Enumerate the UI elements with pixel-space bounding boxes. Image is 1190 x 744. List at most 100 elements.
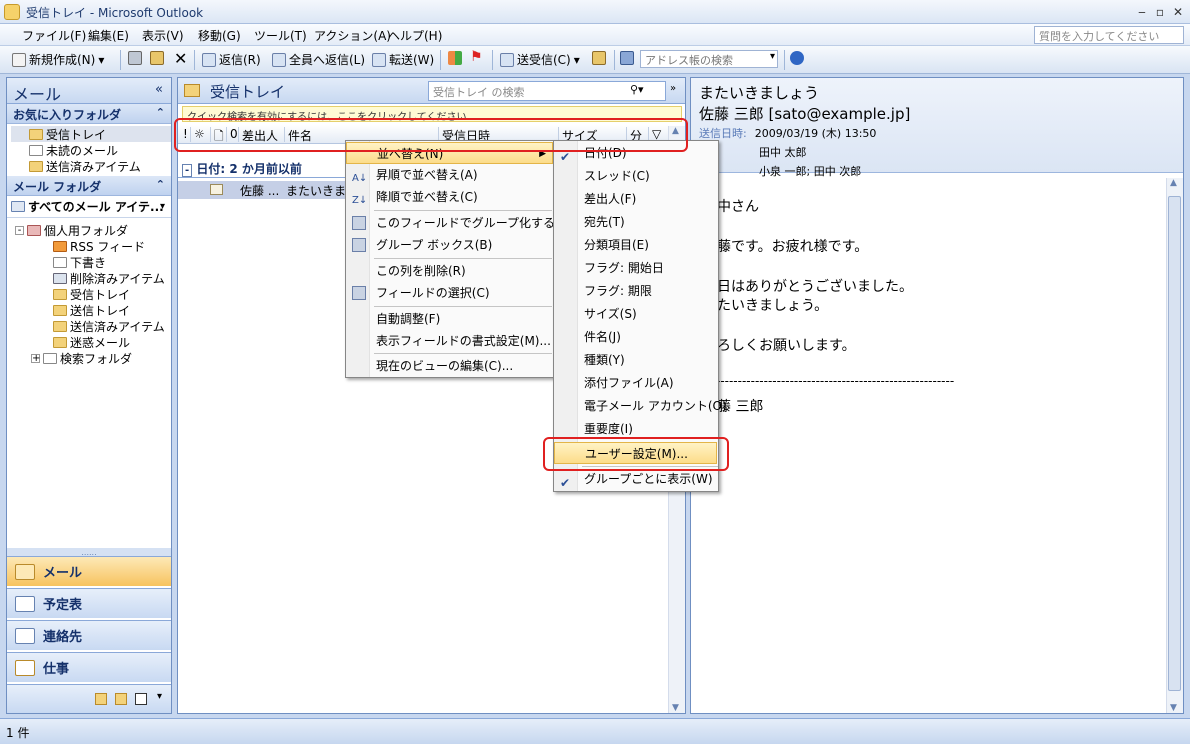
splitter-handle[interactable]: ......: [7, 548, 171, 557]
nav-button-contacts[interactable]: 連絡先: [7, 620, 171, 650]
help-button[interactable]: [790, 51, 804, 65]
menu-item-label: 電子メール アカウント(O): [584, 399, 727, 413]
all-mail-items-selector[interactable]: すべてのメール アイテ... ▾: [7, 196, 171, 218]
menu-view[interactable]: 表示(V): [142, 27, 184, 44]
reply-all-button[interactable]: 全員へ返信(L): [272, 51, 365, 68]
sent-value: 2009/03/19 (木) 13:50: [754, 127, 877, 140]
menu-actions[interactable]: アクション(A): [314, 27, 391, 44]
nav-pane-title: メール: [13, 85, 62, 104]
scroll-down-icon[interactable]: ▼: [672, 703, 679, 713]
menu-item-label: グループごとに表示(W): [584, 472, 713, 486]
menu-item-format-columns[interactable]: 表示フィールドの書式設定(M)...: [346, 330, 551, 352]
drafts-icon: [53, 256, 67, 268]
notes-icon[interactable]: [95, 693, 107, 705]
move-button[interactable]: [150, 51, 164, 65]
sort-by-subject[interactable]: 件名(J): [554, 326, 621, 348]
forward-button[interactable]: 転送(W): [372, 51, 434, 68]
menu-item-remove-column[interactable]: この列を削除(R): [346, 260, 466, 282]
folder-item[interactable]: 送信トレイ: [53, 302, 171, 318]
categorize-button[interactable]: [448, 51, 462, 65]
menu-edit[interactable]: 編集(E): [88, 27, 129, 44]
folder-label: 下書き: [70, 255, 107, 270]
nav-button-tasks[interactable]: 仕事: [7, 652, 171, 682]
sort-by-type[interactable]: 種類(Y): [554, 349, 625, 371]
personal-folders-node[interactable]: - 個人用フォルダ: [15, 222, 171, 238]
minimize-button[interactable]: ‒: [1134, 4, 1150, 20]
mail-folders-header[interactable]: メール フォルダ ⌃: [7, 176, 171, 196]
sort-by-thread[interactable]: スレッド(C): [554, 165, 650, 187]
menu-item-field-chooser[interactable]: フィールドの選択(C): [346, 282, 490, 304]
delete-button[interactable]: ✕: [174, 49, 187, 68]
favorite-item[interactable]: 未読のメール: [29, 142, 171, 158]
toolbar-separator: [614, 50, 615, 70]
personal-folders-label: 個人用フォルダ: [44, 223, 129, 238]
search-folders-node[interactable]: + 検索フォルダ: [15, 350, 171, 366]
new-mail-icon: [12, 52, 26, 67]
nav-button-calendar[interactable]: 予定表: [7, 588, 171, 618]
reply-button[interactable]: 返信(R): [202, 51, 261, 68]
address-book-search-input[interactable]: アドレス帳の検索: [640, 50, 778, 68]
menu-separator: [374, 210, 552, 211]
favorite-item[interactable]: 送信済みアイテム: [29, 158, 171, 174]
reply-label: 返信(R): [219, 53, 261, 67]
scroll-down-icon[interactable]: ▼: [1170, 703, 1177, 713]
folder-item[interactable]: 削除済みアイテム: [53, 270, 171, 286]
expand-tree-icon[interactable]: +: [31, 353, 40, 363]
address-dropdown-icon[interactable]: ▾: [770, 51, 775, 62]
menu-tools[interactable]: ツール(T): [254, 27, 307, 44]
collapse-nav-icon[interactable]: «: [155, 82, 163, 97]
shortcuts-icon[interactable]: [135, 693, 147, 705]
sort-by-from[interactable]: 差出人(F): [554, 188, 636, 210]
folder-list-icon[interactable]: [115, 693, 127, 705]
menu-file[interactable]: ファイル(F): [22, 27, 86, 44]
menu-help[interactable]: ヘルプ(H): [388, 27, 442, 44]
sort-by-category[interactable]: 分類項目(E): [554, 234, 649, 256]
menu-item-group-box[interactable]: グループ ボックス(B): [346, 234, 492, 256]
address-book-button[interactable]: [620, 51, 634, 65]
send-receive-button[interactable]: 送受信(C) ▾: [500, 51, 580, 68]
menu-item-sort-ascending[interactable]: A↓ 昇順で並べ替え(A): [346, 164, 478, 186]
search-icon[interactable]: ⚲▾: [630, 83, 644, 96]
sort-by-flag-start[interactable]: フラグ: 開始日: [554, 257, 664, 279]
print-button[interactable]: [128, 51, 142, 65]
menu-item-label: 降順で並べ替え(C): [376, 190, 478, 204]
sort-by-account[interactable]: 電子メール アカウント(O): [554, 395, 727, 417]
menu-item-label: フラグ: 期限: [584, 284, 652, 298]
folder-item[interactable]: 受信トレイ: [53, 286, 171, 302]
menu-item-sort-descending[interactable]: Z↓ 降順で並べ替え(C): [346, 186, 478, 208]
scroll-thumb[interactable]: [1168, 196, 1181, 691]
nav-button-mail[interactable]: メール: [7, 556, 171, 586]
sort-by-to[interactable]: 宛先(T): [554, 211, 625, 233]
sort-by-flag-due[interactable]: フラグ: 期限: [554, 280, 652, 302]
flag-button[interactable]: ⚑: [470, 49, 483, 65]
find-button[interactable]: [592, 51, 606, 65]
collapse-tree-icon[interactable]: -: [15, 225, 24, 235]
outlook-app-icon: [4, 4, 20, 20]
menu-item-group-by-field[interactable]: このフィールドでグループ化する(G): [346, 212, 574, 234]
folder-item[interactable]: 迷惑メール: [53, 334, 171, 350]
favorite-item[interactable]: 受信トレイ: [11, 126, 171, 142]
folder-item[interactable]: 下書き: [53, 254, 171, 270]
message-row[interactable]: 佐藤 ... またいきまし...: [178, 181, 358, 199]
maximize-button[interactable]: ▫: [1152, 4, 1168, 20]
send-receive-label: 送受信(C): [517, 53, 571, 67]
ask-question-input[interactable]: 質問を入力してください: [1034, 26, 1184, 44]
menu-item-label: グループ ボックス(B): [376, 238, 493, 252]
configure-buttons-icon[interactable]: ▾: [157, 691, 162, 702]
folder-item[interactable]: RSS フィード: [53, 238, 171, 254]
menu-go[interactable]: 移動(G): [198, 27, 241, 44]
favorites-header[interactable]: お気に入りフォルダ ⌃: [7, 104, 171, 124]
move-to-folder-icon: [150, 51, 164, 65]
show-in-groups[interactable]: ✔ グループごとに表示(W): [554, 468, 713, 490]
folder-item[interactable]: 送信済みアイテム: [53, 318, 171, 334]
reading-scrollbar[interactable]: ▲ ▼: [1166, 178, 1183, 713]
new-button[interactable]: 新規作成(N) ▾: [12, 51, 104, 68]
close-button[interactable]: ✕: [1170, 4, 1186, 20]
menu-item-customize-view[interactable]: 現在のビューの編集(C)...: [346, 355, 513, 377]
menu-item-best-fit[interactable]: 自動調整(F): [346, 308, 440, 330]
sort-by-attachment[interactable]: 添付ファイル(A): [554, 372, 674, 394]
scroll-up-icon[interactable]: ▲: [1170, 178, 1177, 188]
expand-search-icon[interactable]: »: [670, 83, 676, 94]
collapse-group-icon[interactable]: -: [182, 164, 193, 177]
sort-by-size[interactable]: サイズ(S): [554, 303, 637, 325]
